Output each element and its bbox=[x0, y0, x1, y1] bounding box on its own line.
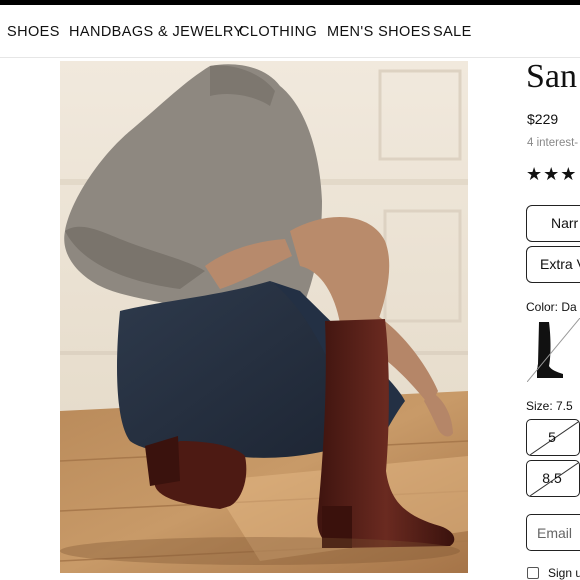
size-option-5[interactable]: 5 bbox=[526, 419, 580, 456]
nav-item-shoes[interactable]: SHOES bbox=[7, 24, 60, 40]
product-price: $229 bbox=[527, 111, 559, 127]
width-option-extra-wide[interactable]: Extra V bbox=[526, 246, 580, 283]
color-label: Color: Da bbox=[526, 300, 577, 314]
width-option-narrow[interactable]: Narr bbox=[526, 205, 580, 242]
email-input[interactable] bbox=[526, 514, 580, 551]
product-photo bbox=[60, 61, 468, 573]
nav-item-clothing[interactable]: CLOTHING bbox=[239, 24, 317, 40]
signup-checkbox-row[interactable]: Sign u bbox=[527, 566, 580, 580]
nav-item-mens-shoes[interactable]: MEN'S SHOES bbox=[327, 24, 431, 40]
star-rating-icons[interactable]: ★★★ bbox=[526, 164, 577, 185]
product-image[interactable] bbox=[60, 61, 468, 573]
nav-divider bbox=[0, 57, 580, 58]
installments-text: 4 interest- bbox=[527, 137, 579, 149]
size-option-label: 5 bbox=[548, 429, 556, 445]
nav-item-handbags-jewelry[interactable]: HANDBAGS & JEWELRY bbox=[69, 24, 244, 40]
size-label: Size: 7.5 bbox=[526, 399, 573, 413]
product-title: San bbox=[526, 58, 577, 95]
size-option-label: 8.5 bbox=[542, 470, 562, 486]
boot-thumbnail-icon bbox=[527, 318, 580, 382]
signup-checkbox[interactable] bbox=[527, 567, 539, 579]
size-option-8-5[interactable]: 8.5 bbox=[526, 460, 580, 497]
color-swatch[interactable] bbox=[527, 318, 580, 382]
signup-label: Sign u bbox=[548, 566, 580, 580]
nav-item-sale[interactable]: SALE bbox=[433, 24, 472, 40]
main-nav: SHOES HANDBAGS & JEWELRY CLOTHING MEN'S … bbox=[0, 5, 580, 57]
